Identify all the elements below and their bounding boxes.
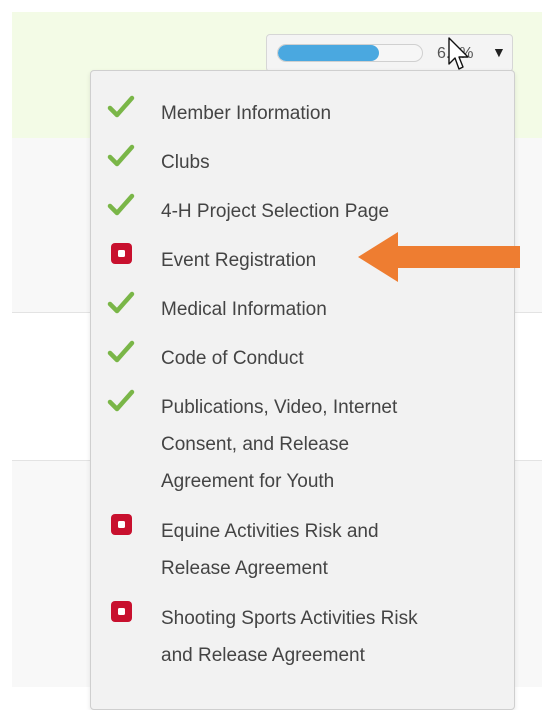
incomplete-icon xyxy=(111,243,132,264)
menu-item-label: Shooting Sports Activities Risk and Rele… xyxy=(161,600,506,674)
progress-bar xyxy=(277,44,423,62)
check-icon xyxy=(107,389,135,412)
menu-item-label-line: Agreement for Youth xyxy=(161,471,335,492)
progress-fill xyxy=(278,45,379,61)
menu-item-label-line: Consent, and Release xyxy=(161,434,350,455)
progress-dropdown[interactable]: 6...% ▼ xyxy=(266,34,513,72)
mouse-cursor-icon xyxy=(448,37,469,70)
menu-item-label-line: Release Agreement xyxy=(161,558,328,579)
check-icon xyxy=(107,193,135,216)
check-icon xyxy=(107,144,135,167)
check-icon xyxy=(107,291,135,314)
check-icon xyxy=(107,95,135,118)
menu-item-label: Code of Conduct xyxy=(161,348,304,369)
caret-down-icon[interactable]: ▼ xyxy=(492,44,506,60)
menu-item-label: Medical Information xyxy=(161,299,327,320)
menu-item-label: Member Information xyxy=(161,103,332,124)
menu-item-label-line: and Release Agreement xyxy=(161,645,365,666)
menu-item-label: 4-H Project Selection Page xyxy=(161,201,390,222)
incomplete-icon xyxy=(111,601,132,622)
menu-item-label-line: Shooting Sports Activities Risk xyxy=(161,608,418,629)
annotation-arrow-icon xyxy=(358,232,520,282)
menu-item-label-line: Publications, Video, Internet xyxy=(161,397,398,418)
check-icon xyxy=(107,340,135,363)
progress-menu: Member Information Clubs 4-H Project Sel… xyxy=(90,70,515,710)
menu-item-label: Publications, Video, Internet Consent, a… xyxy=(161,389,506,500)
menu-item-label-line: Equine Activities Risk and xyxy=(161,521,379,542)
incomplete-icon xyxy=(111,514,132,535)
menu-item-label: Equine Activities Risk and Release Agree… xyxy=(161,513,506,587)
menu-item-label: Clubs xyxy=(161,152,210,173)
